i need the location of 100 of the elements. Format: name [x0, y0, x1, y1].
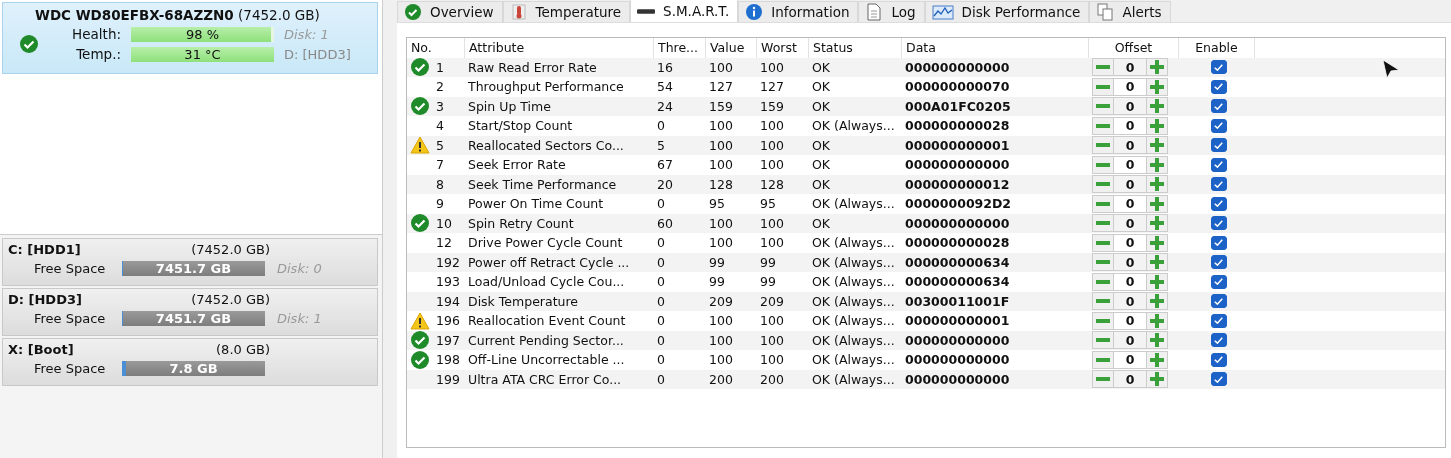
drive-letter: D: [HDD3]	[284, 46, 351, 62]
checkmark-icon	[1214, 258, 1223, 266]
checkbox[interactable]	[1210, 333, 1227, 348]
checkbox[interactable]	[1210, 274, 1227, 289]
plus-button[interactable]	[1146, 77, 1168, 96]
table-cell: 9	[436, 196, 444, 212]
tab[interactable]: Information	[738, 1, 859, 22]
column-header[interactable]: Worst	[757, 38, 809, 58]
minus-button[interactable]	[1092, 370, 1114, 389]
disk-title: WDC WD80EFBX-68AZZN0	[35, 7, 234, 23]
plus-button[interactable]	[1146, 253, 1168, 272]
column-header[interactable]: Data	[902, 38, 1089, 58]
table-cell: 99	[760, 274, 776, 290]
plus-button[interactable]	[1146, 350, 1168, 369]
tab[interactable]: Temperature	[502, 1, 631, 22]
column-header[interactable]: Status	[809, 38, 902, 58]
plus-icon	[1150, 352, 1164, 367]
plus-button[interactable]	[1146, 175, 1168, 194]
table-cell: 100	[709, 313, 733, 329]
plus-button[interactable]	[1146, 214, 1168, 233]
tab[interactable]: S.M.A.R.T.	[630, 0, 739, 22]
table-cell: 000000000000	[905, 215, 1010, 231]
table-cell: 0	[657, 352, 665, 368]
checkbox[interactable]	[1210, 138, 1227, 153]
table-cell: Ultra ATA CRC Error Co...	[468, 371, 622, 387]
table-cell: OK (Always...	[812, 293, 895, 309]
minus-button[interactable]	[1092, 136, 1114, 155]
checkbox[interactable]	[1210, 196, 1227, 211]
table-cell: 198	[436, 352, 460, 368]
info-icon	[745, 3, 764, 21]
minus-button[interactable]	[1092, 116, 1114, 135]
minus-button[interactable]	[1092, 272, 1114, 291]
checkbox[interactable]	[1210, 255, 1227, 270]
checkbox[interactable]	[1210, 157, 1227, 172]
minus-button[interactable]	[1092, 175, 1114, 194]
minus-button[interactable]	[1092, 194, 1114, 213]
volume-card[interactable]: D: [HDD3] (7452.0 GB) Free Space 7451.7 GB Disk: 1	[2, 288, 378, 336]
tab[interactable]: Log	[858, 1, 925, 22]
table-cell: 000000000000	[905, 352, 1010, 368]
checkbox[interactable]	[1210, 294, 1227, 309]
column-header[interactable]: Attribute	[465, 38, 654, 58]
column-header[interactable]: Offset	[1089, 38, 1179, 58]
plus-button[interactable]	[1146, 116, 1168, 135]
plus-button[interactable]	[1146, 58, 1168, 77]
volume-card[interactable]: C: [HDD1] (7452.0 GB) Free Space 7451.7 GB Disk: 0	[2, 238, 378, 286]
checkbox[interactable]	[1210, 216, 1227, 231]
minus-button[interactable]	[1092, 58, 1114, 77]
table-cell: 127	[760, 79, 784, 95]
checkmark-icon	[1214, 278, 1223, 286]
checkbox[interactable]	[1210, 60, 1227, 75]
table-cell: 12	[436, 235, 452, 251]
checkbox[interactable]	[1210, 79, 1227, 94]
plus-button[interactable]	[1146, 97, 1168, 116]
minus-button[interactable]	[1092, 233, 1114, 252]
checkbox[interactable]	[1210, 352, 1227, 367]
plus-button[interactable]	[1146, 155, 1168, 174]
plus-button[interactable]	[1146, 272, 1168, 291]
plus-button[interactable]	[1146, 331, 1168, 350]
minus-button[interactable]	[1092, 311, 1114, 330]
minus-button[interactable]	[1092, 292, 1114, 311]
column-header[interactable]: No.	[407, 38, 465, 58]
minus-button[interactable]	[1092, 155, 1114, 174]
free-space-label: Free Space	[34, 311, 107, 326]
minus-button[interactable]	[1092, 350, 1114, 369]
table-cell: 95	[760, 196, 776, 212]
tab[interactable]: Alerts	[1089, 1, 1171, 22]
checkbox[interactable]	[1210, 177, 1227, 192]
health-label: Health:	[71, 26, 121, 42]
minus-button[interactable]	[1092, 253, 1114, 272]
minus-button[interactable]	[1092, 331, 1114, 350]
tab[interactable]: Overview	[397, 1, 503, 22]
plus-button[interactable]	[1146, 370, 1168, 389]
minus-button[interactable]	[1092, 77, 1114, 96]
drive-icon	[637, 8, 656, 14]
table-cell: Spin Retry Count	[468, 215, 574, 231]
table-cell: 10	[436, 215, 452, 231]
checkbox[interactable]	[1210, 99, 1227, 114]
table-cell: OK (Always...	[812, 332, 895, 348]
plus-button[interactable]	[1146, 194, 1168, 213]
free-space-label: Free Space	[34, 261, 107, 276]
disk-card[interactable]: WDC WD80EFBX-68AZZN0 (7452.0 GB) Health: 98 % Disk: 1 Temp.: 31 °C D: [HDD3]	[2, 2, 378, 74]
plus-button[interactable]	[1146, 233, 1168, 252]
tab[interactable]: Disk Performance	[924, 1, 1090, 22]
column-header[interactable]: Value	[706, 38, 757, 58]
minus-button[interactable]	[1092, 97, 1114, 116]
plus-button[interactable]	[1146, 292, 1168, 311]
minus-button[interactable]	[1092, 214, 1114, 233]
plus-button[interactable]	[1146, 311, 1168, 330]
table-cell: 000000000000	[905, 157, 1010, 173]
table-cell: 00300011001F	[905, 293, 1010, 309]
column-header[interactable]: Enable	[1179, 38, 1255, 58]
volume-card[interactable]: X: [Boot] (8.0 GB) Free Space 7.8 GB	[2, 338, 378, 386]
checkbox[interactable]	[1210, 118, 1227, 133]
column-header[interactable]: Thre...	[654, 38, 706, 58]
checkbox[interactable]	[1210, 235, 1227, 250]
plus-button[interactable]	[1146, 136, 1168, 155]
checkbox[interactable]	[1210, 313, 1227, 328]
checkbox[interactable]	[1210, 372, 1227, 387]
minus-icon	[1096, 182, 1110, 187]
plus-icon	[1150, 255, 1164, 270]
